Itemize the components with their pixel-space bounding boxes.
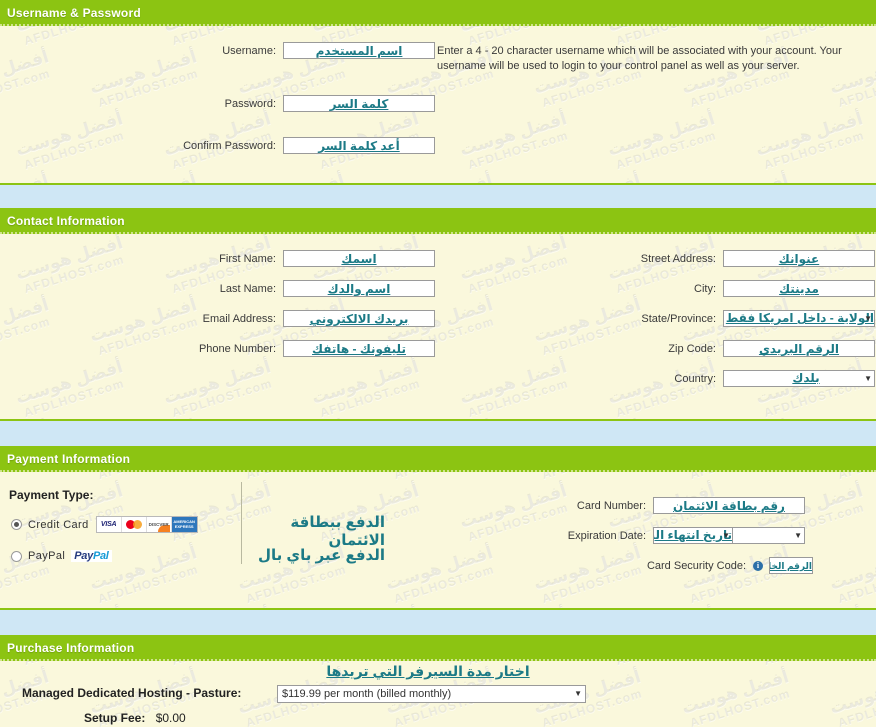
section-header-contact-information: Contact Information bbox=[0, 208, 876, 234]
street-address-input[interactable]: عنوانك bbox=[723, 250, 875, 267]
expiration-month-select[interactable]: تاريخ انتهاء البطاقة ▼ bbox=[653, 527, 733, 544]
username-input[interactable]: اسم المستخدم bbox=[283, 42, 435, 59]
section-header-username-password: Username & Password bbox=[0, 0, 876, 26]
zip-code-input[interactable]: الرقم البريدي bbox=[723, 340, 875, 357]
setup-fee-value: $0.00 bbox=[155, 711, 186, 725]
label-phone-number: Phone Number: bbox=[198, 342, 276, 355]
first-name-input[interactable]: اسمك bbox=[283, 250, 435, 267]
expiration-date-group: تاريخ انتهاء البطاقة ▼ ▼ bbox=[653, 527, 805, 544]
label-street-address: Street Address: bbox=[640, 252, 716, 265]
username-help-text: Enter a 4 - 20 character username which … bbox=[437, 45, 842, 72]
label-last-name: Last Name: bbox=[219, 282, 276, 295]
mastercard-icon bbox=[121, 517, 147, 532]
password-input[interactable]: كلمة السر bbox=[283, 95, 435, 112]
chevron-down-icon: ▼ bbox=[722, 531, 730, 540]
signup-form-page: أفضل هوستAFDLHOST.comأفضل هوستAFDLHOST.c… bbox=[0, 0, 876, 727]
state-province-value: الولاية - داخل امريكا فقط bbox=[725, 311, 874, 325]
city-input[interactable]: مدينتك bbox=[723, 280, 875, 297]
vertical-divider bbox=[241, 482, 242, 564]
watermark-tile: أفضل هوستAFDLHOST.com bbox=[587, 723, 747, 727]
state-province-select[interactable]: الولاية - داخل امريكا فقط ▼ bbox=[723, 310, 875, 327]
label-expiration-date: Expiration Date: bbox=[567, 529, 646, 542]
annotation-paypal: الدفع عبر باي بال bbox=[257, 547, 385, 564]
card-number-input[interactable]: رقم بطاقة الائتمان bbox=[653, 497, 805, 514]
paypal-logo: PayPal bbox=[71, 550, 112, 562]
radio-paypal[interactable] bbox=[11, 550, 22, 562]
email-address-input[interactable]: بريدك الالكتروني bbox=[283, 310, 435, 327]
label-username: Username: bbox=[222, 44, 276, 57]
chevron-down-icon: ▼ bbox=[574, 689, 582, 698]
separator-blue-band bbox=[0, 185, 876, 208]
annotation-plan-duration: اختار مدة السيرفر التي تريدها bbox=[326, 663, 530, 679]
label-email-address: Email Address: bbox=[202, 312, 276, 325]
payment-type-label: Payment Type: bbox=[9, 488, 94, 502]
info-icon[interactable]: i bbox=[753, 560, 763, 571]
credit-card-logos: VISA DISC VER AMERICAN EXPRESS bbox=[95, 516, 198, 533]
label-zip-code: Zip Code: bbox=[668, 342, 716, 355]
label-confirm-password: Confirm Password: bbox=[183, 139, 276, 152]
card-security-code-input[interactable]: الرقم الخاص bbox=[769, 557, 813, 574]
setup-fee-row: Setup Fee: $0.00 bbox=[84, 711, 186, 725]
chevron-down-icon: ▼ bbox=[864, 314, 872, 323]
payment-option-paypal[interactable]: PayPal PayPal bbox=[11, 550, 112, 562]
panel-payment-information: Payment Type: Credit Card VISA DISC VER A… bbox=[0, 472, 876, 608]
separator-blue-band bbox=[0, 421, 876, 446]
section-separator-3 bbox=[0, 608, 876, 635]
section-title: Contact Information bbox=[7, 214, 125, 228]
label-first-name: First Name: bbox=[219, 252, 276, 265]
payment-option-label: Credit Card bbox=[28, 518, 89, 531]
label-country: Country: bbox=[674, 372, 716, 385]
radio-credit-card[interactable] bbox=[11, 519, 22, 530]
section-separator-1 bbox=[0, 183, 876, 208]
phone-number-input[interactable]: تليفونك - هاتفك bbox=[283, 340, 435, 357]
hosting-plan-select[interactable]: $119.99 per month (billed monthly) ▼ bbox=[277, 685, 586, 703]
section-title: Username & Password bbox=[7, 6, 141, 20]
panel-purchase-information: اختار مدة السيرفر التي تريدها Managed De… bbox=[0, 661, 876, 725]
label-password: Password: bbox=[224, 97, 276, 110]
last-name-input[interactable]: اسم والدك bbox=[283, 280, 435, 297]
separator-blue-band bbox=[0, 610, 876, 635]
panel-contact-information: First Name: اسمك Last Name: اسم والدك Em… bbox=[0, 234, 876, 419]
product-label: Managed Dedicated Hosting - Pasture: bbox=[22, 686, 242, 700]
watermark-tile: أفضل هوستAFDLHOST.com bbox=[0, 723, 7, 727]
country-select[interactable]: بلدك ▼ bbox=[723, 370, 875, 387]
section-header-payment-information: Payment Information bbox=[0, 446, 876, 472]
payment-option-label: PayPal bbox=[28, 550, 66, 562]
payment-option-credit-card[interactable]: Credit Card VISA DISC VER AMERICAN EXPRESS bbox=[11, 516, 198, 533]
watermark-tile: أفضل هوستAFDLHOST.com bbox=[735, 723, 876, 727]
section-header-purchase-information: Purchase Information bbox=[0, 635, 876, 661]
chevron-down-icon: ▼ bbox=[794, 531, 802, 540]
visa-icon: VISA bbox=[96, 517, 122, 532]
country-value: بلدك bbox=[792, 371, 820, 385]
section-title: Payment Information bbox=[7, 452, 131, 466]
label-city: City: bbox=[694, 282, 716, 295]
confirm-password-input[interactable]: أعد كلمة السر bbox=[283, 137, 435, 154]
discover-icon: DISC VER bbox=[146, 517, 172, 532]
label-card-number: Card Number: bbox=[576, 499, 646, 512]
chevron-down-icon: ▼ bbox=[864, 374, 872, 383]
expiration-year-select[interactable]: ▼ bbox=[733, 527, 805, 544]
amex-icon: AMERICAN EXPRESS bbox=[171, 517, 197, 532]
annotation-credit-card: الدفع ببطاقة الائتمان bbox=[290, 514, 385, 549]
section-separator-2 bbox=[0, 419, 876, 446]
setup-fee-label: Setup Fee: bbox=[84, 711, 146, 725]
label-state-province: State/Province: bbox=[641, 312, 716, 325]
label-card-security-code: Card Security Code: bbox=[646, 559, 746, 572]
hosting-plan-value: $119.99 per month (billed monthly) bbox=[282, 688, 452, 700]
watermark-tile: أفضل هوستAFDLHOST.com bbox=[291, 723, 451, 727]
watermark-tile: أفضل هوستAFDLHOST.com bbox=[439, 723, 599, 727]
panel-username-password: Username: اسم المستخدم Password: كلمة ال… bbox=[0, 26, 876, 183]
section-title: Purchase Information bbox=[7, 641, 135, 655]
expiration-month-value: تاريخ انتهاء البطاقة bbox=[654, 528, 732, 542]
